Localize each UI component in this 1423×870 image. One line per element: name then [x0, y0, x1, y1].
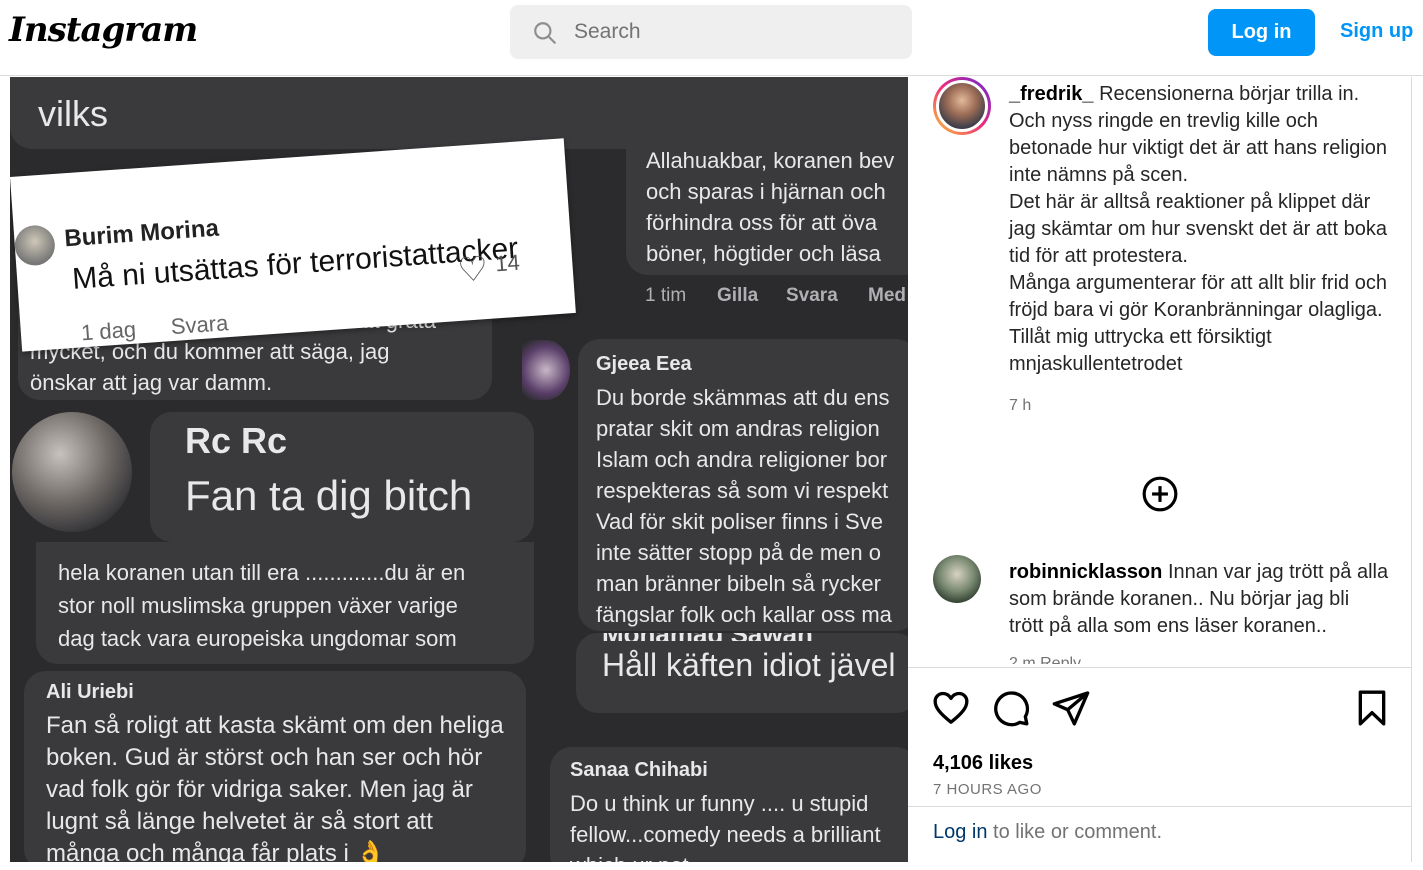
comment-text: Allahuakbar, koranen bev och sparas i hj… — [646, 148, 895, 266]
comment-meta-time: 1 tim — [645, 285, 687, 306]
comment-username: Rc Rc — [185, 420, 288, 461]
comment-reply-action: Svara — [169, 310, 230, 340]
comment-more-action: Med — [868, 285, 906, 306]
bookmark-icon[interactable] — [1352, 688, 1392, 728]
post-timestamp[interactable]: 7 HOURS AGO — [933, 781, 1042, 798]
comment-username: Sanaa Chihabi — [570, 759, 708, 781]
share-paper-plane-icon[interactable] — [1051, 688, 1091, 728]
search-icon — [534, 22, 556, 44]
comment-text: Håll käften idiot jävel — [602, 647, 896, 683]
like-heart-icon[interactable] — [931, 688, 971, 728]
comment-time: 1 dag — [80, 316, 137, 346]
comment-like-count: 14 — [494, 249, 521, 277]
comment-meta[interactable]: 2 m Reply — [1009, 650, 1389, 664]
post-side-panel: _fredrik_ Recensionerna börjar trilla in… — [908, 77, 1412, 862]
post-image[interactable]: vilks ...kommer att skratta mycket, och … — [10, 77, 908, 862]
likes-count[interactable]: 4,106 likes — [933, 752, 1033, 775]
comment-reply-action: Svara — [786, 285, 838, 306]
avatar[interactable] — [933, 77, 991, 135]
comment-text: hela koranen utan till era .............… — [58, 560, 466, 651]
comment-bubble: Ali Uriebi Fan så roligt att kasta skämt… — [24, 671, 526, 862]
log-in-button[interactable]: Log in — [1208, 9, 1315, 56]
search-box[interactable] — [510, 5, 912, 59]
comment-like-action: Gilla — [717, 285, 759, 306]
comment-bubble: Sanaa Chihabi Do u think ur funny .... u… — [550, 747, 908, 862]
comment-text: Fan så roligt att kasta skämt om den hel… — [46, 712, 504, 862]
comment-username[interactable]: robinnicklasson — [1009, 561, 1162, 583]
avatar — [12, 412, 132, 532]
comment-text: Fan ta dig bitch — [185, 472, 473, 519]
comment-username: Ali Uriebi — [46, 681, 134, 703]
comment-text: Do u think ur funny .... u stupid fellow… — [570, 791, 881, 862]
comment-fragment-text: vilks — [38, 93, 108, 134]
comment-username: Gjeea Eea — [596, 353, 692, 375]
comment-bubble: Mohamad Sawan Håll käften idiot jävel — [576, 633, 908, 713]
caption-username[interactable]: _fredrik_ — [1009, 83, 1094, 105]
sign-up-link[interactable]: Sign up — [1340, 20, 1413, 43]
comment-text: Du borde skämmas att du ens pratar skit … — [596, 385, 892, 627]
avatar[interactable] — [933, 555, 981, 603]
top-navigation-bar: Instagram Log in Sign up — [0, 0, 1423, 76]
comment-bubble: Allahuakbar, koranen bev och sparas i hj… — [626, 129, 908, 275]
search-input[interactable] — [574, 17, 894, 47]
heart-icon: ♡ — [456, 249, 490, 290]
avatar — [522, 340, 570, 400]
comment-body: robinnicklasson Innan var jag trött på a… — [1009, 559, 1389, 664]
comments-list[interactable]: _fredrik_ Recensionerna börjar trilla in… — [908, 77, 1412, 667]
caption-time[interactable]: 7 h — [1009, 392, 1389, 419]
login-prompt: Log in to like or comment. — [908, 806, 1412, 863]
comment-bubble-icon[interactable] — [991, 688, 1031, 728]
comment-bubble: Gjeea Eea Du borde skämmas att du ens pr… — [578, 339, 908, 631]
comment-bubble: hela koranen utan till era .............… — [36, 542, 534, 664]
login-link[interactable]: Log in — [933, 821, 988, 843]
caption-text: Recensionerna börjar trilla in. Och nyss… — [1009, 83, 1388, 375]
login-prompt-text: to like or comment. — [987, 821, 1163, 843]
comment-username: Burim Morina — [63, 214, 220, 253]
avatar — [13, 224, 57, 267]
caption-body: _fredrik_ Recensionerna börjar trilla in… — [1009, 81, 1389, 419]
load-more-comments-icon[interactable] — [1141, 475, 1179, 513]
instagram-logo[interactable]: Instagram — [9, 10, 198, 50]
comment-bubble: Rc Rc Fan ta dig bitch — [150, 412, 534, 542]
post-actions: 4,106 likes 7 HOURS AGO Log in to like o… — [908, 667, 1412, 862]
comment-username: Mohamad Sawan — [602, 633, 908, 641]
